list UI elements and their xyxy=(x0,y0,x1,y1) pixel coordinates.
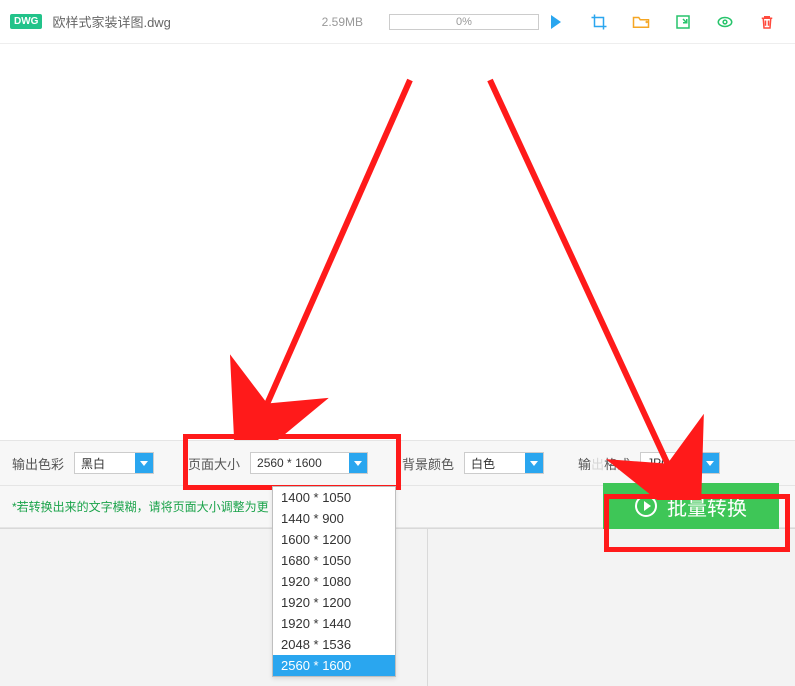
output-format-label: 输出格式 xyxy=(578,454,630,473)
page-size-option[interactable]: 1680 * 1050 xyxy=(273,550,395,571)
folder-open-icon[interactable] xyxy=(632,13,650,31)
page-size-option[interactable]: 2560 * 1600 xyxy=(273,655,395,676)
eye-icon[interactable] xyxy=(716,13,734,31)
page-size-option[interactable]: 2048 * 1536 xyxy=(273,634,395,655)
crop-icon[interactable] xyxy=(590,13,608,31)
page-size-dropdown[interactable]: 1400 * 10501440 * 9001600 * 12001680 * 1… xyxy=(272,486,396,677)
bg-color-select[interactable]: 白色 xyxy=(464,452,544,474)
batch-convert-button[interactable]: 批量转换 xyxy=(603,483,779,529)
settings-bar: 输出色彩 黑白 页面大小 2560 * 1600 背景颜色 白色 输出格式 JP… xyxy=(0,440,795,486)
page-size-option[interactable]: 1920 * 1440 xyxy=(273,613,395,634)
file-size: 2.59MB xyxy=(322,15,363,29)
hint-bar: *若转换出来的文字模糊，请将页面大小调整为更 批量转换 xyxy=(0,486,795,528)
file-list-empty-area xyxy=(0,44,795,440)
page-size-select[interactable]: 2560 * 1600 xyxy=(250,452,368,474)
page-size-option[interactable]: 1920 * 1200 xyxy=(273,592,395,613)
play-icon[interactable] xyxy=(551,15,561,29)
page-size-option[interactable]: 1440 * 900 xyxy=(273,508,395,529)
progress-text: 0% xyxy=(456,16,472,28)
chevron-down-icon xyxy=(349,453,367,473)
page-size-option[interactable]: 1920 * 1080 xyxy=(273,571,395,592)
page-size-option[interactable]: 1600 * 1200 xyxy=(273,529,395,550)
file-row: DWG 欧样式家装详图.dwg 2.59MB 0% xyxy=(0,0,795,44)
export-icon[interactable] xyxy=(674,13,692,31)
output-format-select[interactable]: JPG xyxy=(640,452,720,474)
bottom-panel xyxy=(0,528,795,686)
dwg-badge: DWG xyxy=(10,14,42,29)
output-color-label: 输出色彩 xyxy=(12,454,64,473)
hint-text: *若转换出来的文字模糊，请将页面大小调整为更 xyxy=(12,498,269,515)
chevron-down-icon xyxy=(525,453,543,473)
play-circle-icon xyxy=(635,495,657,517)
convert-button-label: 批量转换 xyxy=(667,492,747,521)
page-size-option[interactable]: 1400 * 1050 xyxy=(273,487,395,508)
output-color-select[interactable]: 黑白 xyxy=(74,452,154,474)
trash-icon[interactable] xyxy=(758,13,776,31)
bg-color-label: 背景颜色 xyxy=(402,454,454,473)
file-name: 欧样式家装详图.dwg xyxy=(52,12,170,31)
chevron-down-icon xyxy=(701,453,719,473)
page-size-label: 页面大小 xyxy=(188,454,240,473)
chevron-down-icon xyxy=(135,453,153,473)
progress-bar: 0% xyxy=(389,14,539,30)
